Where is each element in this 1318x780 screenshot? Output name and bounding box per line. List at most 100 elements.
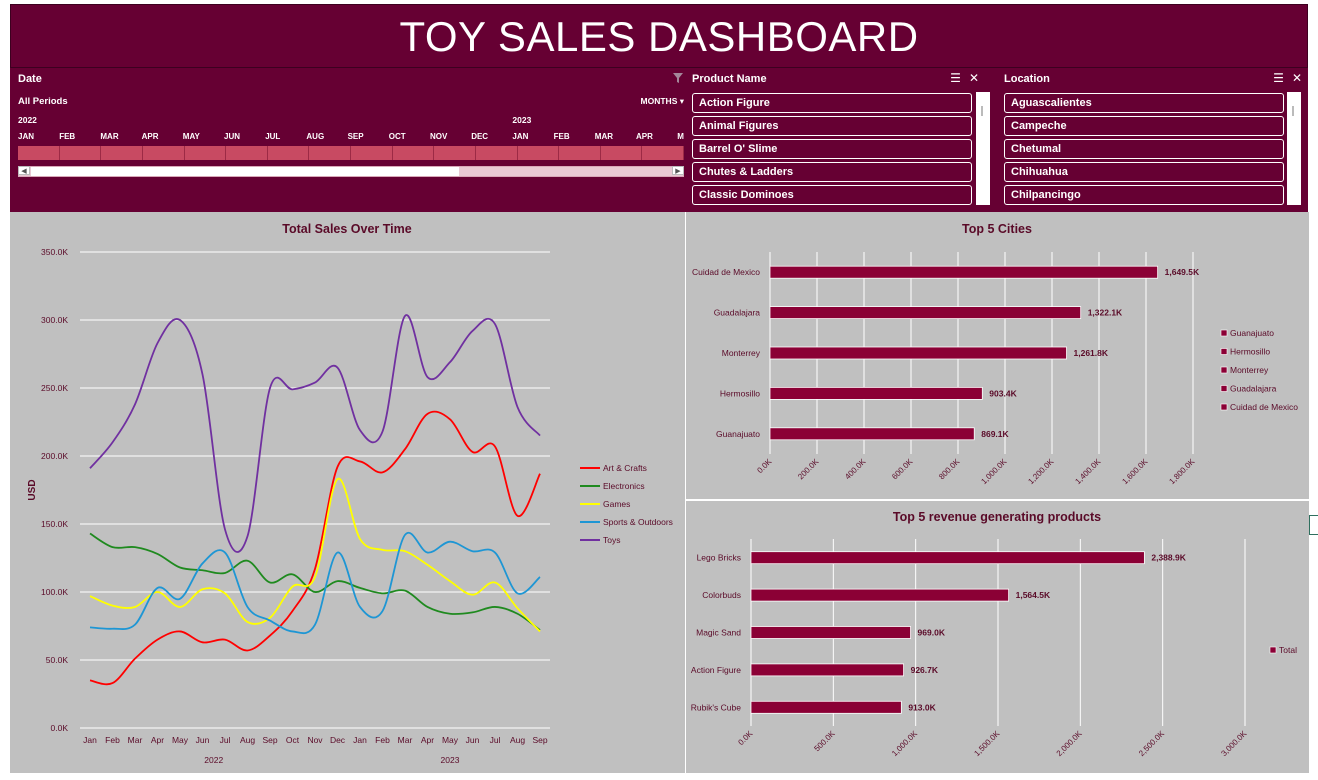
product-slicer-title: Product Name bbox=[692, 73, 767, 85]
y-tick-label: 250.0K bbox=[41, 383, 68, 393]
timeline-month[interactable]: AUG bbox=[306, 132, 324, 141]
bar bbox=[750, 588, 1010, 602]
timeline-month[interactable]: OCT bbox=[389, 132, 406, 141]
timeline-month[interactable]: MAR bbox=[595, 132, 613, 141]
timeline-selection-bar[interactable] bbox=[18, 146, 684, 160]
timeline-month[interactable]: MAR bbox=[100, 132, 118, 141]
timeline-month-cell[interactable] bbox=[351, 146, 393, 160]
slicer-item[interactable]: Chutes & Ladders bbox=[692, 162, 972, 182]
timeline-month[interactable]: SEP bbox=[348, 132, 364, 141]
timeline-month[interactable]: FEB bbox=[554, 132, 570, 141]
category-label: Rubik's Cube bbox=[691, 702, 742, 712]
timeline-month-cell[interactable] bbox=[143, 146, 185, 160]
timeline-scrollbar[interactable]: ◀ ▶ bbox=[18, 166, 684, 177]
timeline-month-cell[interactable] bbox=[434, 146, 476, 160]
sales-over-time-chart: Total Sales Over Time 0.0K 50.0K 100.0K 150.… bbox=[27, 222, 673, 765]
data-label: 1,564.5K bbox=[1016, 590, 1051, 600]
x-tick-label: 600.0K bbox=[890, 457, 915, 482]
x-tick-label: Nov bbox=[307, 735, 323, 745]
selection-handle bbox=[1309, 515, 1318, 535]
timeline-month[interactable]: JAN bbox=[512, 132, 528, 141]
x-tick-label: Oct bbox=[286, 735, 300, 745]
bar bbox=[769, 386, 983, 400]
slicer-item[interactable]: Animal Figures bbox=[692, 116, 972, 136]
x-tick-label: Mar bbox=[128, 735, 143, 745]
timeline-month-cell[interactable] bbox=[101, 146, 143, 160]
slicer-item[interactable]: Chihuahua bbox=[1004, 162, 1284, 182]
location-slicer-scrollbar[interactable] bbox=[1287, 92, 1301, 205]
series-line-games bbox=[89, 478, 541, 633]
timeline-month-cell[interactable] bbox=[559, 146, 601, 160]
slicer-item[interactable]: Barrel O' Slime bbox=[692, 139, 972, 159]
timeline-month-cell[interactable] bbox=[185, 146, 227, 160]
clear-filter-icon[interactable]: ✕ bbox=[969, 71, 979, 85]
category-label: Magic Sand bbox=[696, 628, 741, 638]
data-label: 1,261.8K bbox=[1074, 348, 1109, 358]
timeline-month-cell[interactable] bbox=[518, 146, 560, 160]
legend-label: Total bbox=[1279, 645, 1297, 655]
data-label: 926.7K bbox=[911, 665, 939, 675]
scroll-left-icon[interactable]: ◀ bbox=[18, 166, 30, 175]
slicer-bar: Date All Periods MONTHS ▾ 2022 2023 JAN FE… bbox=[10, 68, 1308, 212]
timeline-month-cell[interactable] bbox=[642, 146, 684, 160]
timeline-month-cell[interactable] bbox=[476, 146, 518, 160]
chart-title: Top 5 Cities bbox=[962, 222, 1032, 236]
timeline-month[interactable]: JUN bbox=[224, 132, 240, 141]
bar bbox=[750, 700, 902, 714]
x-tick-label: Aug bbox=[240, 735, 255, 745]
timeline-month[interactable]: M bbox=[677, 132, 684, 141]
slicer-item[interactable]: Action Figure bbox=[692, 93, 972, 113]
timeline-month[interactable]: FEB bbox=[59, 132, 75, 141]
slicer-item[interactable]: Chilpancingo bbox=[1004, 185, 1284, 205]
timeline-year: 2023 bbox=[512, 115, 532, 125]
legend-label: Sports & Outdoors bbox=[603, 517, 673, 527]
timeline-scroll-thumb[interactable] bbox=[31, 167, 459, 176]
clear-filter-icon[interactable]: ✕ bbox=[1292, 71, 1302, 85]
timeline-year: 2022 bbox=[18, 115, 37, 125]
timeline-month-cell[interactable] bbox=[309, 146, 351, 160]
date-timeline: Date All Periods MONTHS ▾ 2022 2023 JAN FE… bbox=[18, 68, 684, 212]
slicer-item[interactable]: Campeche bbox=[1004, 116, 1284, 136]
timeline-month-cell[interactable] bbox=[226, 146, 268, 160]
legend-label: Hermosillo bbox=[1230, 347, 1270, 357]
timeline-month-cell[interactable] bbox=[393, 146, 435, 160]
timeline-month[interactable]: MAY bbox=[183, 132, 200, 141]
x-tick-label: Apr bbox=[151, 735, 164, 745]
x-tick-label: 3,000.0K bbox=[1219, 729, 1248, 758]
timeline-month[interactable]: APR bbox=[636, 132, 653, 141]
x-tick-label: May bbox=[442, 735, 459, 745]
x-tick-label: 500.0K bbox=[812, 729, 837, 754]
timeline-level-dropdown[interactable]: MONTHS ▾ bbox=[641, 96, 684, 107]
bar bbox=[769, 346, 1067, 360]
y-tick-label: 350.0K bbox=[41, 247, 68, 257]
x-tick-label: 400.0K bbox=[843, 457, 868, 482]
timeline-period-label: All Periods bbox=[18, 96, 68, 107]
multi-select-icon[interactable]: ☰ bbox=[1273, 71, 1284, 85]
bar bbox=[750, 663, 904, 677]
timeline-month[interactable]: APR bbox=[142, 132, 159, 141]
timeline-month-cell[interactable] bbox=[60, 146, 102, 160]
timeline-month-cell[interactable] bbox=[18, 146, 60, 160]
x-tick-label: Jan bbox=[83, 735, 97, 745]
slicer-item[interactable]: Chetumal bbox=[1004, 139, 1284, 159]
product-slicer-scrollbar[interactable] bbox=[976, 92, 990, 205]
timeline-month[interactable]: JUL bbox=[265, 132, 280, 141]
x-tick-label: 1,800.0K bbox=[1167, 457, 1196, 486]
timeline-month[interactable]: JAN bbox=[18, 132, 34, 141]
x-tick-label: Feb bbox=[375, 735, 390, 745]
timeline-month[interactable]: DEC bbox=[471, 132, 488, 141]
timeline-month-cell[interactable] bbox=[268, 146, 310, 160]
year-label: 2022 bbox=[204, 755, 223, 765]
clear-filter-icon[interactable] bbox=[672, 72, 684, 87]
category-label: Colorbuds bbox=[702, 590, 741, 600]
timeline-month[interactable]: NOV bbox=[430, 132, 447, 141]
x-tick-label: 800.0K bbox=[937, 457, 962, 482]
slicer-item[interactable]: Aguascalientes bbox=[1004, 93, 1284, 113]
scroll-right-icon[interactable]: ▶ bbox=[672, 166, 684, 175]
multi-select-icon[interactable]: ☰ bbox=[950, 71, 961, 85]
bar bbox=[769, 265, 1159, 279]
timeline-month-cell[interactable] bbox=[601, 146, 643, 160]
product-name-slicer: Product Name ☰ ✕ Action Figure Animal Figu… bbox=[692, 68, 990, 212]
year-label: 2023 bbox=[441, 755, 460, 765]
slicer-item[interactable]: Classic Dominoes bbox=[692, 185, 972, 205]
